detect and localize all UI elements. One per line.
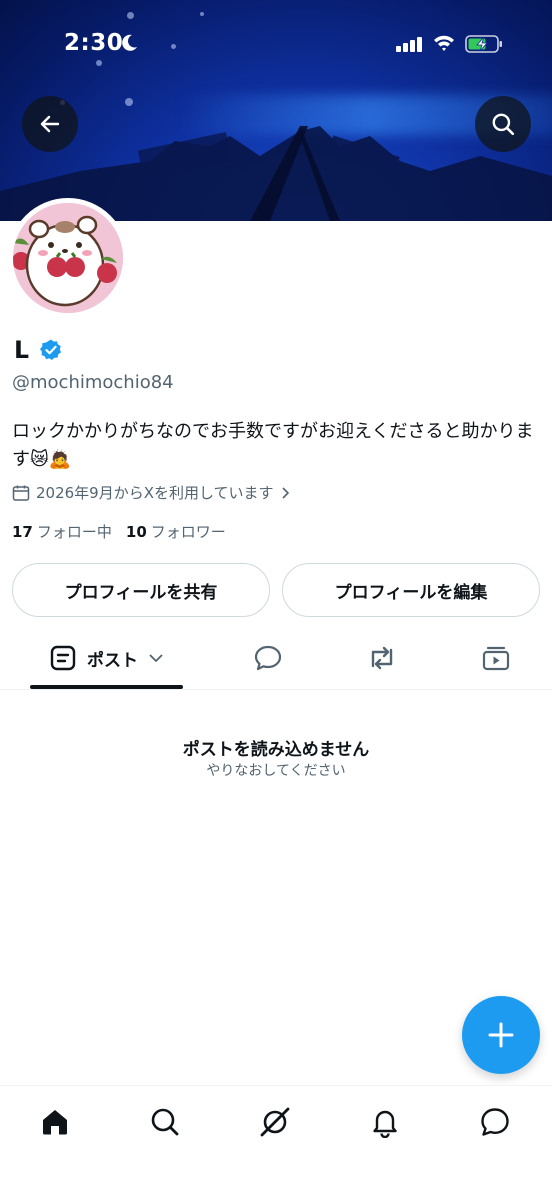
profile-tabs: ポスト bbox=[0, 628, 552, 690]
joined-date[interactable]: 2026年9月からXを利用しています bbox=[12, 482, 292, 503]
avatar[interactable] bbox=[8, 198, 128, 318]
edit-profile-button[interactable]: プロフィールを編集 bbox=[282, 563, 540, 617]
status-bar: 2:30 bbox=[0, 0, 552, 90]
tab-media[interactable] bbox=[468, 628, 524, 688]
following-link[interactable]: 17 フォロー中 bbox=[12, 521, 112, 542]
wifi-icon bbox=[434, 35, 454, 51]
media-icon bbox=[482, 646, 510, 671]
status-time: 2:30 bbox=[64, 30, 124, 56]
moon-icon bbox=[122, 34, 137, 51]
home-icon bbox=[43, 1110, 67, 1135]
following-label: フォロー中 bbox=[36, 523, 112, 541]
profile-handle: @mochimochio84 bbox=[12, 372, 174, 393]
hamster-avatar-illustration bbox=[13, 203, 123, 313]
followers-label: フォロワー bbox=[150, 523, 226, 541]
messages-icon bbox=[481, 1108, 509, 1136]
compose-button[interactable] bbox=[462, 996, 540, 1074]
reposts-icon bbox=[371, 646, 393, 670]
plus-icon bbox=[488, 1022, 514, 1048]
grok-icon bbox=[260, 1107, 290, 1137]
share-profile-button[interactable]: プロフィールを共有 bbox=[12, 563, 270, 617]
empty-state-title: ポストを読み込めません bbox=[182, 740, 370, 760]
posts-icon bbox=[50, 645, 76, 671]
nav-home[interactable] bbox=[35, 1102, 75, 1142]
profile-bio: ロックかかりがちなのでお手数ですがお迎えくださると助かります😿🙇 bbox=[12, 421, 534, 470]
nav-messages[interactable] bbox=[475, 1102, 515, 1142]
chevron-down-icon bbox=[149, 654, 163, 663]
follow-stats: 17 フォロー中 10 フォロワー bbox=[12, 521, 226, 542]
tab-reposts[interactable] bbox=[354, 628, 410, 688]
search-icon bbox=[151, 1108, 179, 1136]
followers-link[interactable]: 10 フォロワー bbox=[126, 521, 226, 542]
display-name: ᒪ bbox=[14, 336, 30, 364]
empty-state-subtitle: やりなおしてください bbox=[206, 763, 346, 779]
arrow-left-icon bbox=[40, 115, 60, 133]
chevron-right-icon bbox=[281, 486, 289, 499]
profile-name-row: ᒪ bbox=[14, 336, 63, 364]
nav-notifications[interactable] bbox=[365, 1102, 405, 1142]
search-icon bbox=[492, 113, 515, 136]
followers-count: 10 bbox=[125, 523, 147, 541]
battery-charging-icon bbox=[465, 35, 502, 53]
back-button[interactable] bbox=[22, 96, 78, 152]
tab-posts[interactable]: ポスト bbox=[30, 628, 183, 688]
bottom-navigation bbox=[0, 1085, 552, 1200]
active-tab-indicator bbox=[30, 685, 183, 689]
calendar-icon bbox=[12, 485, 30, 501]
tab-posts-label: ポスト bbox=[87, 650, 138, 671]
joined-date-text: 2026年9月からXを利用しています bbox=[36, 484, 274, 502]
tab-replies[interactable] bbox=[240, 628, 296, 688]
notifications-icon bbox=[373, 1110, 397, 1138]
nav-search[interactable] bbox=[145, 1102, 185, 1142]
search-button[interactable] bbox=[475, 96, 531, 152]
nav-grok[interactable] bbox=[255, 1102, 295, 1142]
verified-badge-icon[interactable] bbox=[39, 338, 63, 362]
avatar-image bbox=[13, 203, 123, 313]
following-count: 17 bbox=[12, 523, 33, 541]
replies-icon bbox=[254, 645, 282, 671]
cellular-signal-icon bbox=[396, 37, 422, 52]
